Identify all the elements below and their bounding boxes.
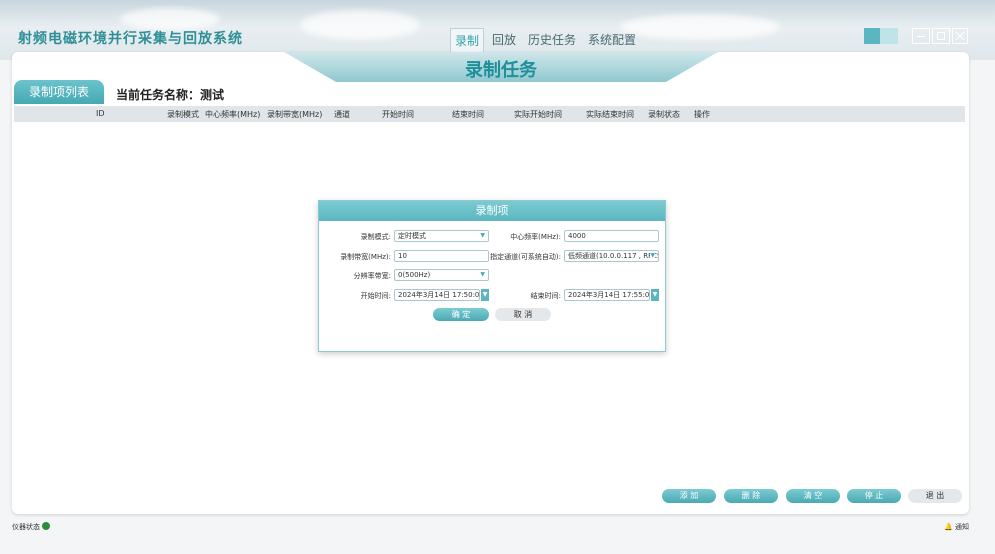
- theme-swatch-light[interactable]: [880, 28, 898, 44]
- center-freq-value: 4000: [568, 232, 586, 240]
- col-actual-end[interactable]: 实际结束时间: [586, 109, 634, 120]
- exit-button[interactable]: 退 出: [908, 489, 962, 503]
- tab-system-config[interactable]: 系统配置: [584, 28, 640, 53]
- bandwidth-value: 10: [398, 252, 407, 260]
- ok-button[interactable]: 确 定: [433, 308, 489, 321]
- bandwidth-label: 录制带宽(MHz):: [340, 253, 391, 261]
- tab-record[interactable]: 录制: [450, 28, 485, 53]
- center-freq-input[interactable]: 4000: [564, 230, 659, 242]
- instrument-status-label: 仪器状态: [12, 523, 40, 531]
- channel-label: 指定通道(可系统自动):: [490, 253, 561, 261]
- end-time-value: 2024年3月14日 17:55:04: [568, 291, 650, 299]
- add-button[interactable]: 添 加: [662, 489, 716, 503]
- status-indicator: [42, 522, 50, 530]
- theme-swatch[interactable]: [864, 28, 880, 44]
- maximize-icon[interactable]: [932, 28, 950, 44]
- notification-label: 通知: [954, 523, 969, 531]
- col-id[interactable]: ID: [96, 109, 105, 118]
- col-end-time[interactable]: 结束时间: [452, 109, 484, 120]
- dialog-title: 录制项: [319, 201, 665, 221]
- col-actions[interactable]: 操作: [694, 109, 710, 120]
- col-actual-start[interactable]: 实际开始时间: [514, 109, 562, 120]
- start-time-input[interactable]: 2024年3月14日 17:50:04: [394, 289, 480, 301]
- col-bandwidth[interactable]: 录制带宽(MHz): [267, 109, 322, 120]
- col-mode[interactable]: 录制模式: [167, 109, 199, 120]
- main-nav: 录制 回放 历史任务 系统配置: [450, 28, 640, 53]
- end-time-input[interactable]: 2024年3月14日 17:55:04: [564, 289, 650, 301]
- start-time-label: 开始时间:: [360, 292, 391, 300]
- notification[interactable]: 🔔 通知: [944, 522, 969, 532]
- calendar-dropdown-icon[interactable]: ▼: [651, 289, 659, 301]
- cloud-decoration: [300, 10, 420, 40]
- end-time-label: 结束时间:: [530, 292, 561, 300]
- clear-button[interactable]: 清 空: [786, 489, 840, 503]
- col-status[interactable]: 录制状态: [648, 109, 680, 120]
- col-start-time[interactable]: 开始时间: [382, 109, 414, 120]
- chevron-down-icon: ▼: [480, 232, 485, 239]
- record-item-dialog: 录制项 录制模式: 定时模式 ▼ 中心频率(MHz): 4000 录制带宽(MH…: [318, 200, 666, 352]
- close-icon[interactable]: [952, 28, 968, 44]
- table-header: ID 录制模式 中心频率(MHz) 录制带宽(MHz) 通道 开始时间 结束时间…: [14, 106, 965, 122]
- col-channel[interactable]: 通道: [334, 109, 350, 120]
- center-freq-label: 中心频率(MHz):: [510, 233, 561, 241]
- resolution-select[interactable]: 0(500Hz) ▼: [394, 269, 489, 281]
- tab-record-list[interactable]: 录制项列表: [14, 80, 104, 104]
- cloud-decoration: [120, 8, 220, 30]
- tab-history[interactable]: 历史任务: [524, 28, 580, 53]
- channel-select[interactable]: 低频通道(10.0.0.117 , RFCS) ▼: [564, 250, 659, 262]
- resolution-label: 分辨率带宽:: [353, 272, 391, 280]
- channel-value: 低频通道(10.0.0.117 , RFCS): [568, 252, 659, 260]
- start-time-value: 2024年3月14日 17:50:04: [398, 291, 480, 299]
- current-task-name: 当前任务名称：测试: [116, 88, 225, 102]
- mode-label: 录制模式:: [360, 233, 391, 241]
- cloud-decoration: [620, 14, 780, 40]
- app-title: 射频电磁环境并行采集与回放系统: [18, 31, 243, 47]
- minimize-icon[interactable]: [912, 28, 930, 44]
- resolution-value: 0(500Hz): [398, 271, 431, 279]
- delete-button[interactable]: 删 除: [724, 489, 778, 503]
- calendar-dropdown-icon[interactable]: ▼: [481, 289, 489, 301]
- chevron-down-icon: ▼: [480, 271, 485, 278]
- cancel-button[interactable]: 取 消: [495, 308, 551, 321]
- col-center-freq[interactable]: 中心频率(MHz): [205, 109, 260, 120]
- page-title: 录制任务: [465, 60, 537, 81]
- mode-value: 定时模式: [398, 232, 426, 240]
- mode-select[interactable]: 定时模式 ▼: [394, 230, 489, 242]
- chevron-down-icon: ▼: [650, 251, 655, 261]
- tab-playback[interactable]: 回放: [488, 28, 520, 53]
- stop-button[interactable]: 停 止: [847, 489, 901, 503]
- bell-icon: 🔔: [944, 523, 953, 531]
- bandwidth-input[interactable]: 10: [394, 250, 489, 262]
